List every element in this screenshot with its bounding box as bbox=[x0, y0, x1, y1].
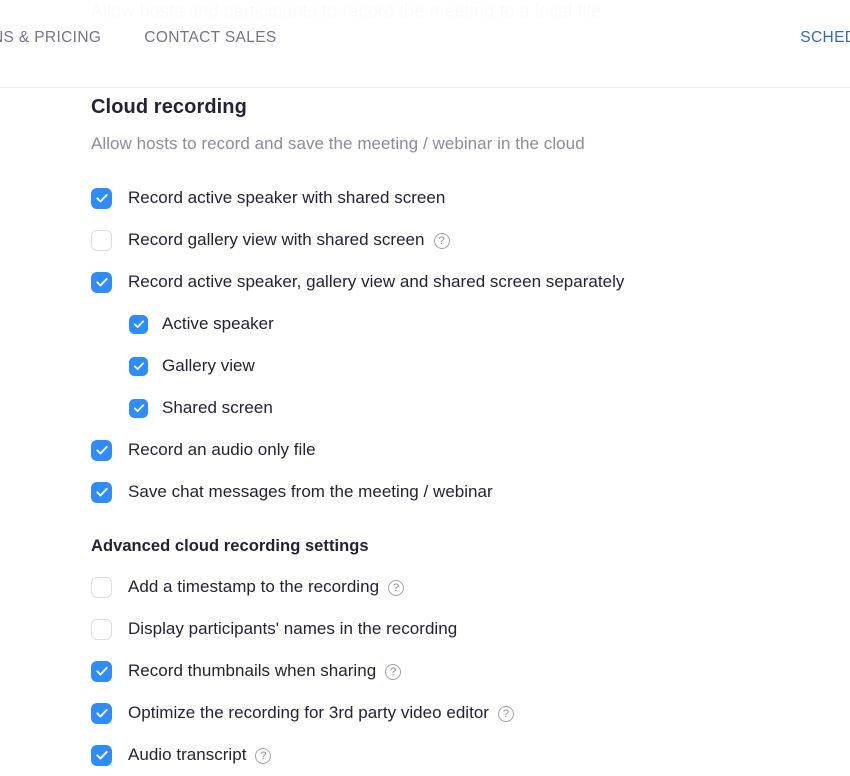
option-row[interactable]: Record an audio only file bbox=[91, 429, 811, 471]
cloud-recording-options-list: Record active speaker with shared screen… bbox=[91, 177, 811, 513]
checkbox-unchecked[interactable] bbox=[91, 229, 112, 251]
checkmark-icon bbox=[95, 487, 108, 497]
checkmark-icon bbox=[95, 277, 108, 287]
option-row[interactable]: Record gallery view with shared screen? bbox=[91, 219, 811, 261]
checkbox-checked[interactable] bbox=[129, 356, 148, 376]
option-row[interactable]: Audio transcript? bbox=[91, 734, 811, 776]
checkbox-unchecked[interactable] bbox=[91, 576, 112, 598]
nav-links-group: NS & PRICING CONTACT SALES bbox=[0, 29, 277, 47]
checkmark-icon bbox=[133, 320, 144, 328]
checkmark-icon bbox=[95, 445, 108, 455]
checkbox-checked[interactable] bbox=[129, 314, 148, 334]
option-row[interactable]: Record active speaker, gallery view and … bbox=[91, 261, 811, 303]
advanced-settings-title: Advanced cloud recording settings bbox=[91, 537, 369, 555]
schedule-a-demo-link[interactable]: SCHEDULE A bbox=[800, 29, 850, 46]
checkbox-unchecked[interactable] bbox=[91, 618, 112, 640]
checkbox-checked[interactable] bbox=[91, 660, 112, 682]
checkbox-checked[interactable] bbox=[91, 702, 112, 724]
checkbox-checked[interactable] bbox=[91, 271, 112, 293]
checkmark-icon bbox=[95, 666, 108, 676]
option-label: Record active speaker with shared screen bbox=[128, 188, 446, 207]
nav-cta-group: SCHEDULE A bbox=[800, 29, 850, 47]
option-row-sub[interactable]: Shared screen bbox=[129, 387, 811, 429]
checkbox-checked[interactable] bbox=[129, 398, 148, 418]
option-label: Optimize the recording for 3rd party vid… bbox=[128, 703, 489, 722]
option-row[interactable]: Save chat messages from the meeting / we… bbox=[91, 471, 811, 513]
checkmark-icon bbox=[133, 404, 144, 412]
settings-content: Cloud recording Allow hosts to record an… bbox=[91, 94, 811, 776]
checkbox-checked[interactable] bbox=[91, 439, 112, 461]
page-title: Cloud recording bbox=[91, 96, 247, 118]
option-row[interactable]: Optimize the recording for 3rd party vid… bbox=[91, 692, 811, 734]
header-divider bbox=[0, 87, 850, 88]
option-label: Record thumbnails when sharing bbox=[128, 661, 377, 680]
option-label: Add a timestamp to the recording bbox=[128, 577, 380, 596]
section-description: Allow hosts to record and save the meeti… bbox=[91, 134, 585, 153]
option-row[interactable]: Record active speaker with shared screen bbox=[91, 177, 811, 219]
checkmark-icon bbox=[133, 362, 144, 370]
option-label: Save chat messages from the meeting / we… bbox=[128, 482, 493, 501]
option-row[interactable]: Add a timestamp to the recording? bbox=[91, 566, 811, 608]
option-label: Display participants' names in the recor… bbox=[128, 619, 458, 638]
help-question-icon[interactable]: ? bbox=[388, 580, 405, 596]
checkbox-checked[interactable] bbox=[91, 744, 112, 766]
checkbox-checked[interactable] bbox=[91, 187, 112, 209]
checkbox-checked[interactable] bbox=[91, 481, 112, 503]
option-label: Active speaker bbox=[162, 314, 274, 333]
option-label: Audio transcript bbox=[128, 745, 247, 764]
nav-item-plans-and-pricing[interactable]: NS & PRICING bbox=[0, 29, 101, 47]
option-label: Record gallery view with shared screen bbox=[128, 230, 425, 249]
help-question-icon[interactable]: ? bbox=[433, 233, 450, 249]
advanced-options-list: Add a timestamp to the recording? Display… bbox=[91, 566, 811, 776]
option-row[interactable]: Display participants' names in the recor… bbox=[91, 608, 811, 650]
option-row[interactable]: Record thumbnails when sharing? bbox=[91, 650, 811, 692]
option-row-sub[interactable]: Gallery view bbox=[129, 345, 811, 387]
option-label: Record active speaker, gallery view and … bbox=[128, 272, 625, 291]
checkmark-icon bbox=[95, 708, 108, 718]
checkmark-icon bbox=[95, 750, 108, 760]
option-label: Gallery view bbox=[162, 356, 255, 375]
nav-item-contact-sales[interactable]: CONTACT SALES bbox=[144, 29, 276, 47]
top-navigation-bar: NS & PRICING CONTACT SALES SCHEDULE A bbox=[0, 17, 850, 69]
option-label: Record an audio only file bbox=[128, 440, 316, 459]
help-question-icon[interactable]: ? bbox=[385, 664, 402, 680]
option-row-sub[interactable]: Active speaker bbox=[129, 303, 811, 345]
cloud-recording-panel: Cloud recording Allow hosts to record an… bbox=[0, 88, 850, 776]
checkmark-icon bbox=[95, 193, 108, 203]
option-label: Shared screen bbox=[162, 398, 273, 417]
help-question-icon[interactable]: ? bbox=[497, 706, 514, 722]
help-question-icon[interactable]: ? bbox=[255, 748, 272, 764]
